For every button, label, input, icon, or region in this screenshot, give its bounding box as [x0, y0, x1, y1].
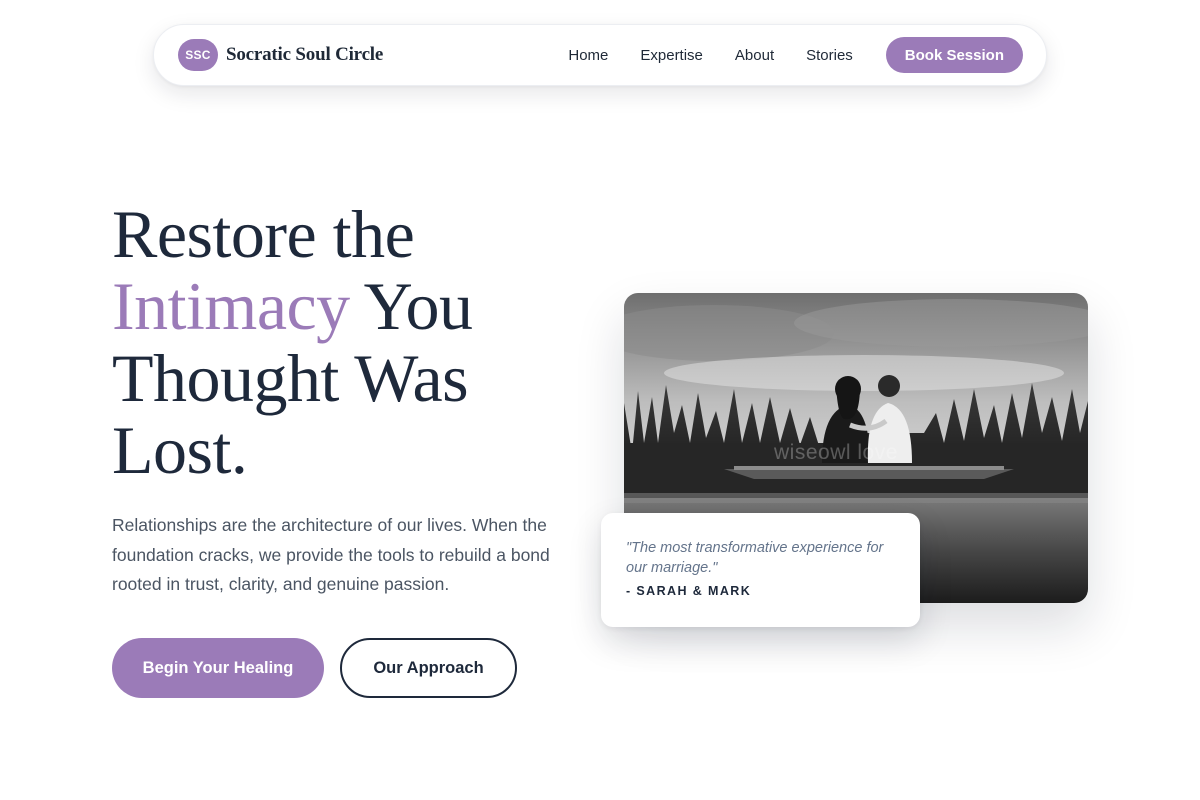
nav-link-expertise[interactable]: Expertise [640, 47, 703, 64]
testimonial-card: "The most transformative experience for … [601, 513, 920, 627]
book-session-button[interactable]: Book Session [885, 37, 1023, 73]
nav-link-stories[interactable]: Stories [806, 47, 853, 64]
hero-title-line-2-rest: You [349, 268, 473, 344]
testimonial-quote: "The most transformative experience for … [626, 540, 884, 576]
hero-title-accent: Intimacy [112, 268, 350, 344]
hero-subtitle: Relationships are the architecture of ou… [112, 515, 550, 594]
nav-link-home[interactable]: Home [568, 47, 608, 64]
hero-title-line-4: Lost. [112, 412, 248, 488]
photo-watermark: wiseowl love [774, 441, 898, 464]
nav-link-about[interactable]: About [735, 47, 774, 64]
brand-logo[interactable]: SSC [178, 39, 218, 71]
hero-title-line-3: Thought Was [112, 340, 469, 416]
brand[interactable]: SSC Socratic Soul Circle [178, 39, 383, 71]
top-nav: SSC Socratic Soul Circle Home Expertise … [153, 24, 1047, 86]
hero-title: Restore the Intimacy You Thought Was Los… [112, 198, 582, 486]
testimonial-author: - SARAH & MARK [626, 584, 752, 598]
our-approach-button[interactable]: Our Approach [340, 638, 517, 698]
brand-name[interactable]: Socratic Soul Circle [226, 44, 383, 66]
begin-healing-button[interactable]: Begin Your Healing [112, 638, 324, 698]
nav-links: Home Expertise About Stories [568, 47, 852, 64]
hero-title-line-1: Restore the [112, 196, 415, 272]
